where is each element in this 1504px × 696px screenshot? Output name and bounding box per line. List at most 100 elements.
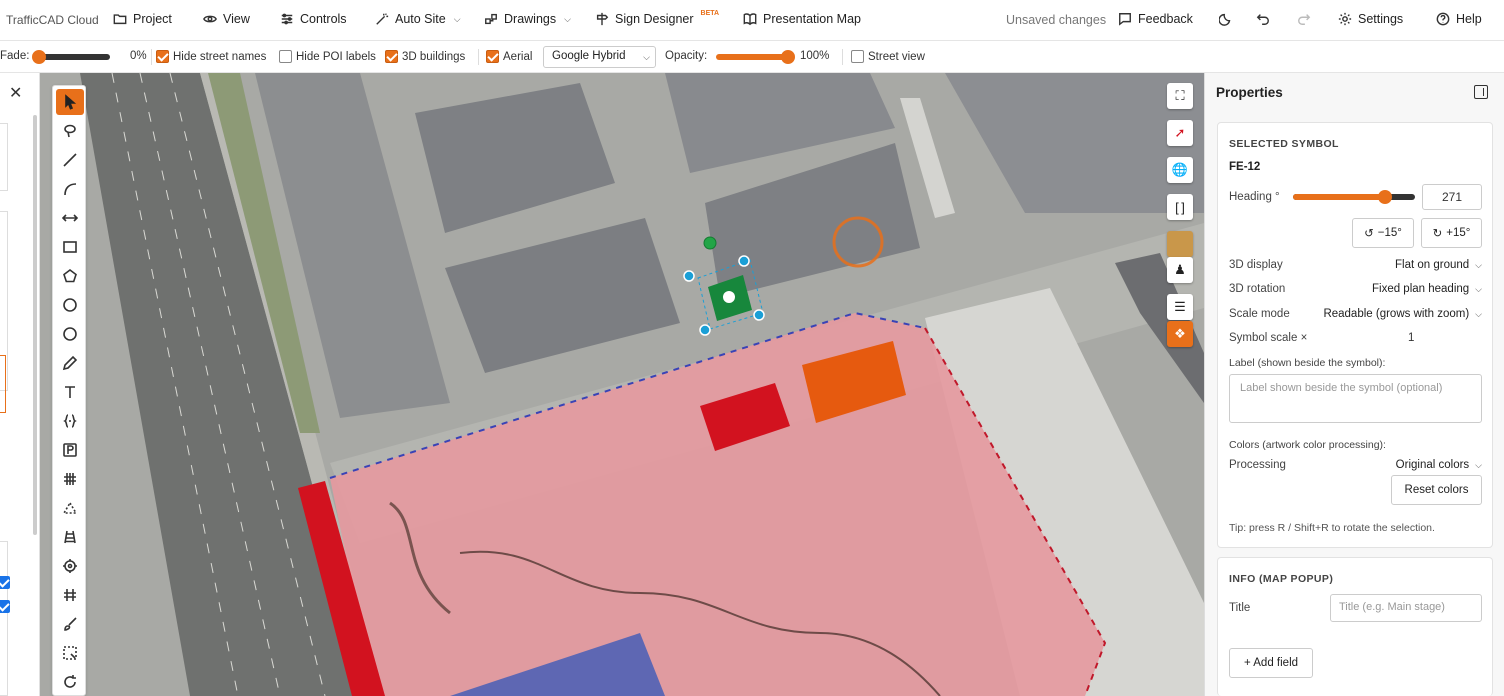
pegman-icon: ♟ [1174, 262, 1186, 277]
heading-slider-handle[interactable] [1377, 190, 1392, 204]
street-view-pegman[interactable]: ♟ [1167, 257, 1193, 283]
rotate-plus-button[interactable]: ↻ +15° [1421, 218, 1482, 248]
brush-tool[interactable] [56, 611, 84, 637]
layers-icon: ☰ [1174, 299, 1186, 314]
ellipse-tool[interactable] [56, 321, 84, 347]
left-panel-checkbox[interactable] [0, 576, 10, 589]
north-arrow-button[interactable]: ➚ [1167, 120, 1193, 146]
opacity-slider-handle[interactable] [781, 50, 795, 64]
layers-button[interactable]: ☰ [1167, 294, 1193, 320]
display-3d-label: 3D display [1229, 259, 1283, 271]
symbol-label-textarea[interactable]: Label shown beside the symbol (optional) [1229, 374, 1482, 423]
arc-tool[interactable] [56, 176, 84, 202]
street-view-toggle[interactable]: Street view [851, 50, 925, 63]
line-tool[interactable] [56, 147, 84, 173]
aerial-toggle[interactable]: Aerial [486, 50, 532, 63]
heading-slider[interactable] [1293, 190, 1415, 204]
menu-settings-label: Settings [1358, 12, 1404, 26]
triangle-tool[interactable] [56, 495, 84, 521]
theme-toggle[interactable] [1219, 12, 1233, 26]
hide-poi-labels-checkbox[interactable] [279, 50, 292, 63]
aerial-checkbox[interactable] [486, 50, 499, 63]
marquee-tool[interactable] [56, 640, 84, 666]
menu-view[interactable]: View [203, 12, 250, 26]
help-icon [1436, 12, 1450, 26]
lasso-tool[interactable] [56, 118, 84, 144]
street-view-label: Street view [868, 50, 925, 63]
symbol-scale-input[interactable]: 1 [1408, 332, 1414, 344]
undo-button[interactable] [1256, 12, 1270, 26]
menu-drawings-label: Drawings [504, 12, 557, 26]
menu-drawings[interactable]: Drawings ⌵ [484, 12, 571, 26]
menu-project[interactable]: Project [113, 12, 172, 26]
left-panel-scrollbar[interactable] [33, 115, 37, 535]
hide-street-names-toggle[interactable]: Hide street names [156, 50, 266, 63]
menu-feedback[interactable]: Feedback [1118, 12, 1193, 26]
left-panel-selected-item[interactable] [0, 355, 6, 413]
rectangle-tool[interactable] [56, 234, 84, 260]
brace-tool[interactable] [56, 408, 84, 434]
buildings-3d-toggle[interactable]: 3D buildings [385, 50, 465, 63]
locate-button[interactable]: ❖ [1167, 321, 1193, 347]
crossing-tool[interactable] [56, 582, 84, 608]
menu-help[interactable]: Help [1436, 12, 1482, 26]
map-canvas[interactable] [40, 73, 1204, 696]
pencil-tool[interactable] [56, 350, 84, 376]
polygon-tool[interactable] [56, 263, 84, 289]
sliders-icon [281, 13, 293, 25]
text-tool[interactable] [56, 379, 84, 405]
hide-street-names-checkbox[interactable] [156, 50, 169, 63]
redo-button[interactable] [1297, 12, 1311, 26]
select-tool[interactable] [56, 89, 84, 115]
basemap-select[interactable]: Google Hybrid ⌵ [543, 46, 656, 68]
measure-tool[interactable] [56, 205, 84, 231]
frame-button[interactable]: [ ] [1167, 194, 1193, 220]
resize-handle [738, 255, 750, 267]
hash-grid-icon [64, 473, 76, 485]
grid-tool[interactable] [56, 466, 84, 492]
left-panel-card [0, 541, 8, 696]
menu-project-label: Project [133, 12, 172, 26]
drawing-tools-palette [52, 85, 86, 696]
line-icon [63, 153, 77, 167]
rotation-3d-select[interactable]: Fixed plan heading ⌵ [1372, 283, 1482, 295]
parking-tool[interactable] [56, 437, 84, 463]
menu-sign-designer[interactable]: Sign Designer BETA [595, 10, 719, 26]
fade-slider[interactable] [36, 54, 110, 60]
street-view-checkbox[interactable] [851, 50, 864, 63]
hide-poi-labels-toggle[interactable]: Hide POI labels [279, 50, 376, 63]
menu-settings[interactable]: Settings [1338, 12, 1403, 26]
heading-input[interactable]: 271 [1422, 184, 1482, 210]
menu-controls[interactable]: Controls [280, 12, 347, 26]
unsaved-status: Unsaved changes [1006, 13, 1107, 27]
text-icon [65, 386, 75, 398]
info-title-input[interactable]: Title (e.g. Main stage) [1330, 594, 1482, 622]
left-panel-checkbox[interactable] [0, 600, 10, 613]
reset-colors-button[interactable]: Reset colors [1391, 475, 1482, 505]
rotate-tool[interactable] [56, 669, 84, 695]
buildings-3d-checkbox[interactable] [385, 50, 398, 63]
circle-tool[interactable] [56, 292, 84, 318]
menu-auto-site[interactable]: Auto Site ⌵ [375, 12, 461, 26]
target-tool[interactable] [56, 553, 84, 579]
menu-presentation-map[interactable]: Presentation Map [743, 12, 861, 26]
close-icon[interactable]: ✕ [9, 83, 22, 103]
processing-select[interactable]: Original colors ⌵ [1396, 459, 1482, 471]
fullscreen-button[interactable]: ⛶ [1167, 83, 1193, 109]
globe-button[interactable]: 🌐 [1167, 157, 1193, 183]
collapse-panel-icon[interactable] [1474, 85, 1488, 99]
lasso-icon [64, 124, 76, 138]
rotate-minus-button[interactable]: ↺ −15° [1352, 218, 1414, 248]
resize-handle [753, 309, 765, 321]
compass-icon: ➚ [1174, 125, 1186, 140]
fade-slider-handle[interactable] [32, 50, 46, 64]
ladder-tool[interactable] [56, 524, 84, 550]
scale-mode-select[interactable]: Readable (grows with zoom) ⌵ [1323, 308, 1482, 320]
display-3d-select[interactable]: Flat on ground ⌵ [1395, 259, 1482, 271]
opacity-value: 100% [800, 50, 830, 62]
aerial-view-button[interactable] [1167, 231, 1193, 257]
add-field-button[interactable]: + Add field [1229, 648, 1313, 678]
info-header: INFO (MAP POPUP) [1229, 573, 1334, 585]
chevron-down-icon: ⌵ [1475, 459, 1482, 470]
left-panel-field[interactable] [0, 123, 8, 191]
